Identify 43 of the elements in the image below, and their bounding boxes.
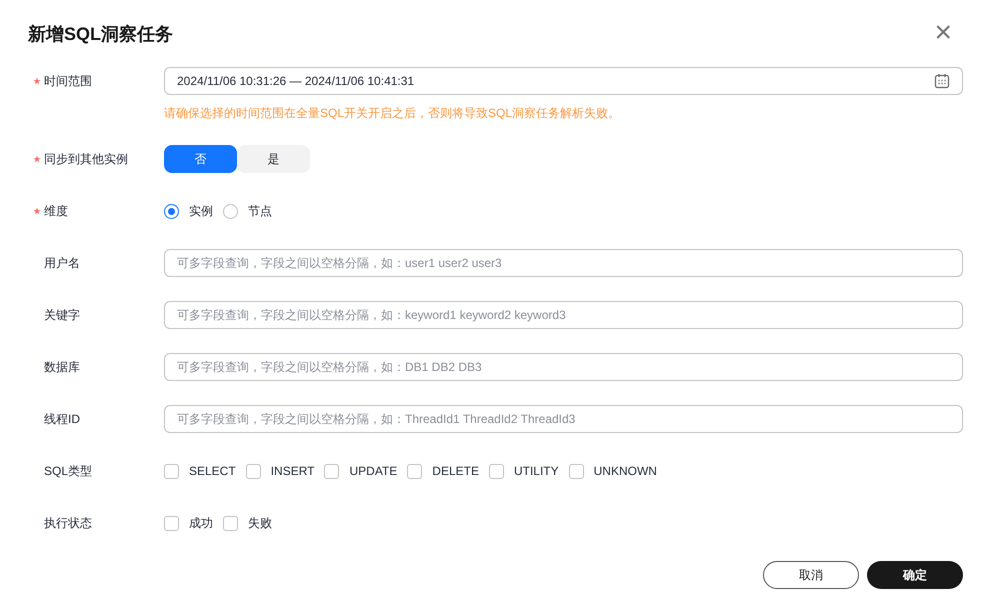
checkbox-label: DELETE (432, 463, 479, 480)
radio-button[interactable] (223, 204, 238, 218)
checkbox[interactable] (488, 464, 504, 478)
input-field[interactable]: 可多字段查询，字段之间以空格分隔，如：user1 user2 user3 (164, 249, 963, 277)
checkbox-label: SELECT (189, 463, 236, 480)
field-label: 维度 (44, 203, 68, 220)
field-label: 线程ID (44, 411, 80, 428)
input-field[interactable]: 可多字段查询，字段之间以空格分隔，如：DB1 DB2 DB3 (164, 353, 963, 381)
checkbox-label: 失败 (248, 515, 272, 532)
toggle-option[interactable]: 是 (237, 145, 310, 173)
checkbox[interactable] (324, 464, 340, 478)
checkbox-label: UTILITY (514, 463, 559, 480)
checkbox-label: UPDATE (349, 463, 398, 480)
calendar-icon (934, 73, 950, 89)
field-label: 用户名 (44, 255, 80, 272)
radio-label: 节点 (248, 203, 272, 220)
date-range-field[interactable]: 2024/11/06 10:31:26 — 2024/11/06 10:41:31 (164, 67, 963, 95)
checkbox-label: UNKNOWN (594, 463, 657, 480)
radio-button[interactable] (164, 204, 179, 218)
checkbox[interactable] (246, 464, 261, 478)
confirm-button[interactable]: 确定 (867, 561, 963, 589)
close-button[interactable]: × (934, 18, 952, 48)
checkbox[interactable] (164, 516, 179, 530)
input-field[interactable]: 可多字段查询，字段之间以空格分隔，如：keyword1 keyword2 keyword3 (164, 301, 963, 329)
field-label: SQL类型 (44, 463, 92, 480)
field-label: 同步到其他实例 (44, 151, 128, 168)
checkbox[interactable] (223, 516, 238, 530)
checkbox-label: INSERT (270, 463, 314, 480)
checkbox[interactable] (164, 464, 179, 478)
field-label: 时间范围 (44, 73, 92, 90)
input-field[interactable]: 可多字段查询，字段之间以空格分隔，如：ThreadId1 ThreadId2 ThreadId3 (164, 405, 963, 433)
date-range-value: 2024/11/06 10:31:26 — 2024/11/06 10:41:31 (177, 73, 414, 90)
radio-label: 实例 (189, 203, 213, 220)
checkbox[interactable] (568, 464, 584, 478)
cancel-button[interactable]: 取消 (763, 561, 859, 589)
field-label: 数据库 (44, 359, 80, 376)
dialog-title: 新增SQL洞察任务 (28, 22, 174, 46)
toggle-option[interactable]: 否 (164, 145, 237, 173)
field-label: 执行状态 (44, 515, 92, 532)
checkbox[interactable] (407, 464, 422, 478)
warning-hint: 请确保选择的时间范围在全量SQL开关开启之后，否则将导致SQL洞察任务解析失败。 (164, 105, 622, 121)
checkbox-label: 成功 (189, 515, 213, 532)
field-label: 关键字 (44, 307, 80, 324)
